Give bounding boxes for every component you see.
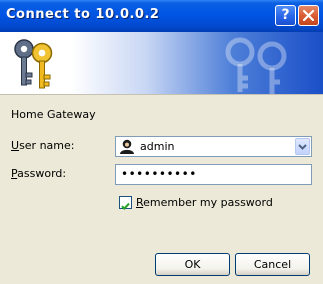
dialog-title: Connect to 10.0.0.2 (6, 7, 160, 22)
remember-password-checkbox[interactable] (119, 196, 132, 211)
cancel-button[interactable]: Cancel (235, 253, 310, 276)
username-value[interactable]: admin (140, 140, 174, 153)
banner-divider (0, 94, 323, 95)
chevron-down-icon (298, 144, 307, 150)
realm-label: Home Gateway (11, 108, 96, 121)
banner (0, 32, 323, 94)
username-label-text: ser name: (19, 139, 75, 152)
password-value[interactable]: •••••••••• (121, 167, 197, 181)
checkmark-icon (121, 202, 130, 211)
user-icon (120, 139, 134, 154)
help-button[interactable]: ? (275, 5, 296, 26)
close-icon (302, 9, 315, 22)
password-label: Password: (11, 167, 66, 180)
username-dropdown-button[interactable] (295, 138, 310, 155)
connect-dialog: Connect to 10.0.0.2 ? Home Gateway User … (0, 0, 323, 284)
keys-watermark-icon (225, 37, 287, 94)
remember-label-text: emember my password (143, 196, 273, 209)
username-label: User name: (11, 139, 74, 152)
remember-password-label[interactable]: Remember my password (136, 196, 273, 209)
username-label-hotkey: U (11, 139, 20, 152)
title-bar[interactable]: Connect to 10.0.0.2 ? (0, 0, 323, 32)
ok-button[interactable]: OK (155, 253, 230, 276)
close-button[interactable] (298, 5, 319, 26)
keys-icon (14, 39, 53, 89)
password-field[interactable]: •••••••••• (115, 164, 312, 185)
username-combobox[interactable]: admin (115, 136, 312, 157)
password-label-text: assword: (17, 167, 67, 180)
